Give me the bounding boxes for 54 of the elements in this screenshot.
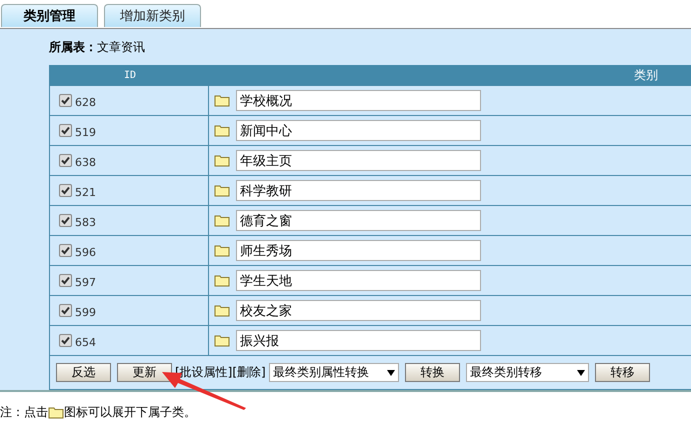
owner-label: 所属表： xyxy=(49,38,97,56)
id-text: 654 xyxy=(75,336,96,349)
action-button[interactable]: 反选 xyxy=(56,363,111,382)
action-button[interactable]: 转换 xyxy=(404,363,460,382)
tab[interactable]: 增加新类别 xyxy=(104,4,201,27)
name-field[interactable]: 德育之窗 xyxy=(236,210,481,231)
id-text: 599 xyxy=(75,306,96,319)
folder-icon[interactable] xyxy=(214,124,230,137)
checkbox[interactable] xyxy=(59,124,72,137)
checkbox[interactable] xyxy=(59,274,72,287)
checkbox[interactable] xyxy=(59,304,72,317)
action-link[interactable]: [删除] xyxy=(232,364,266,381)
tab[interactable]: 类别管理 xyxy=(1,4,98,27)
id-text: 583 xyxy=(75,216,96,229)
name-field[interactable]: 振兴报 xyxy=(236,330,481,351)
folder-icon[interactable] xyxy=(214,304,230,317)
note-text: 注：点击 xyxy=(0,404,48,420)
folder-icon[interactable] xyxy=(214,274,230,287)
folder-icon[interactable] xyxy=(214,154,230,167)
checkbox[interactable] xyxy=(59,214,72,227)
name-field[interactable]: 学生天地 xyxy=(236,270,481,291)
checkbox[interactable] xyxy=(59,244,72,257)
folder-icon[interactable] xyxy=(214,214,230,227)
select-field[interactable]: 最终类别属性转换 xyxy=(268,363,399,382)
column-header: ID xyxy=(122,70,138,80)
checkbox[interactable] xyxy=(59,154,72,167)
select-field[interactable]: 最终类别转移 xyxy=(466,363,589,382)
folder-icon[interactable] xyxy=(214,244,230,257)
name-field[interactable]: 新闻中心 xyxy=(236,120,481,141)
action-button[interactable]: 更新 xyxy=(117,363,172,382)
action-button[interactable]: 转移 xyxy=(594,363,650,382)
folder-icon[interactable] xyxy=(214,184,230,197)
column-header: 类别 xyxy=(634,66,658,84)
caret-icon xyxy=(386,370,395,376)
note-text: 图标可以展开下属子类。 xyxy=(64,404,196,420)
checkbox[interactable] xyxy=(59,94,72,107)
folder-icon xyxy=(48,406,64,418)
checkbox[interactable] xyxy=(59,334,72,347)
id-text: 597 xyxy=(75,276,96,289)
folder-icon[interactable] xyxy=(214,94,230,107)
checkbox[interactable] xyxy=(59,184,72,197)
owner-value: 文章资讯 xyxy=(97,38,145,56)
name-field[interactable]: 学校概况 xyxy=(236,90,481,111)
id-text: 638 xyxy=(75,156,96,169)
name-field[interactable]: 师生秀场 xyxy=(236,240,481,261)
id-text: 628 xyxy=(75,96,96,109)
name-field[interactable]: 年级主页 xyxy=(236,150,481,171)
id-text: 521 xyxy=(75,186,96,199)
name-field[interactable]: 校友之家 xyxy=(236,300,481,321)
caret-icon xyxy=(576,370,585,376)
id-text: 596 xyxy=(75,246,96,259)
folder-icon[interactable] xyxy=(214,334,230,347)
id-text: 519 xyxy=(75,126,96,139)
name-field[interactable]: 科学教研 xyxy=(236,180,481,201)
